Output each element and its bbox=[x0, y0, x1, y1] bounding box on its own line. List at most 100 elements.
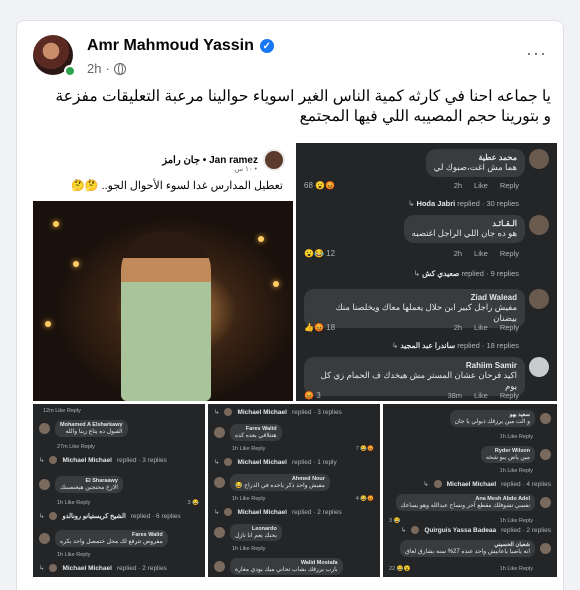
comment-actions: 2h Like Reply bbox=[454, 323, 519, 332]
like-link[interactable]: Like bbox=[474, 391, 488, 400]
reaction-count[interactable]: 18 😡👍 bbox=[304, 323, 335, 332]
reply-link[interactable]: Reply bbox=[500, 249, 519, 258]
like-link[interactable]: Like bbox=[474, 323, 488, 332]
reaction-count[interactable]: 😡😮 68 bbox=[304, 181, 335, 190]
reaction-count[interactable]: 3 😂 bbox=[389, 518, 400, 524]
comment-actions: 1h Like Reply bbox=[499, 434, 533, 440]
replies-link[interactable]: ↳ Quirguis Yassa Badeaa replied · 2 replie… bbox=[389, 526, 551, 534]
comment: Walid Mostafa بارب يرزقك بشاب تحاني ميك ي… bbox=[214, 558, 374, 575]
commenter-avatar bbox=[214, 527, 225, 538]
comment-actions: 1h Like Reply bbox=[499, 566, 533, 572]
comment-bubble: Fares Walid هتتلاقي بعده كده bbox=[230, 424, 282, 441]
comment-bubble: سعيد بهو و الت مين يرزقك ذيولي يا جان bbox=[449, 410, 535, 427]
reaction-count[interactable]: 7 😂😡 bbox=[356, 446, 374, 452]
commenter-avatar bbox=[540, 413, 551, 424]
reaction-count[interactable]: 12 😂😮 bbox=[304, 249, 335, 258]
replies-link[interactable]: ↳ Michael Michael replied · 3 replies bbox=[39, 456, 199, 464]
comment-actions: 1h Like Reply bbox=[499, 468, 533, 474]
comment-actions: 1h Like Reply bbox=[57, 500, 91, 506]
commenter-avatar bbox=[214, 561, 225, 572]
commenter-avatar bbox=[529, 289, 549, 309]
reaction-count[interactable]: 22 😂😮 bbox=[389, 566, 410, 572]
commenter-avatar bbox=[39, 533, 50, 544]
tweet-photo bbox=[33, 201, 293, 401]
comment: Fares Walid هتتلاقي بعده كده bbox=[214, 424, 374, 441]
online-status-dot bbox=[64, 65, 76, 77]
comment-actions: 1h Like Reply bbox=[232, 446, 266, 452]
commenter-name: محمد عطية bbox=[478, 153, 517, 162]
post-author[interactable]: Amr Mahmoud Yassin ✓ bbox=[87, 37, 274, 55]
replies-link[interactable]: ↳ الشيخ كريستيانو رونالدو replied · 6 repl… bbox=[39, 512, 199, 520]
commenter-name: Rahiim Samir bbox=[465, 361, 517, 370]
replies-link[interactable]: ↳ Michael Michael replied · 2 replies bbox=[39, 564, 199, 572]
like-link[interactable]: Like bbox=[474, 249, 488, 258]
replies-link[interactable]: ↳ Michael Michael replied · 2 replies bbox=[214, 508, 374, 516]
reply-link[interactable]: Reply bbox=[500, 323, 519, 332]
comment-text: اكيد فرحان عشان المستر مش هيخدك ف الحمام… bbox=[320, 370, 517, 391]
comment-bubble: محمد عطية هما مش اغت،صبوك لي bbox=[425, 149, 525, 177]
comment-text: مفيش راجل كبير ابن حلال يعملها معاك ويخل… bbox=[335, 302, 517, 323]
comments-screenshot-small[interactable]: 12m Like Reply Mohamed A Elsharkawy القبو… bbox=[33, 404, 205, 577]
comment-bubble: Fares Walid مفروض تترفع لك محل ختمصل واحد… bbox=[55, 530, 168, 547]
comment-bubble: Leonardo بحنك يعم انا نازل bbox=[230, 524, 282, 541]
comment: El Sharaawy الارخ محتجين هيغتصبنك bbox=[39, 476, 199, 493]
comments-screenshot[interactable]: محمد عطية هما مش اغت،صبوك لي 2h Like Rep… bbox=[296, 143, 557, 401]
tweet-author: Jan ramez • جان رامز bbox=[162, 154, 258, 166]
commenter-avatar bbox=[39, 423, 50, 434]
reaction-count[interactable]: 3 😂 bbox=[188, 500, 199, 506]
commenter-name: Ziad Walead bbox=[470, 293, 517, 302]
post-time[interactable]: 2h bbox=[87, 61, 101, 76]
post-card: Amr Mahmoud Yassin ✓ 2h · ··· يا جماعه ا… bbox=[16, 20, 564, 590]
commenter-avatar bbox=[529, 215, 549, 235]
comment: Fares Walid مفروض تترفع لك محل ختمصل واحد… bbox=[39, 530, 199, 547]
comment: Ana Mesh Abdo Adel نفسي تشوفلك مقطع آخر و… bbox=[389, 494, 551, 511]
replies-link[interactable]: ↳ Michael Michael replied · 4 replies bbox=[389, 480, 551, 488]
comment-bubble: Ahmed Nour مفيش واحد ذكر ياخده في الدراج … bbox=[230, 474, 330, 491]
comment-bubble: Walid Mostafa بارب يرزقك بشاب تحاني ميك ي… bbox=[230, 558, 343, 575]
replies-link[interactable]: ↳ صعيدي كش replied · 9 replies bbox=[414, 269, 519, 278]
like-link[interactable]: Like bbox=[474, 181, 488, 190]
comment-actions: 1h Like Reply bbox=[232, 546, 266, 552]
comment: محمد عطية هما مش اغت،صبوك لي 2h Like Rep… bbox=[304, 149, 549, 208]
reaction-count[interactable]: 4 😂😡 bbox=[356, 496, 374, 502]
comment-time: 2h bbox=[453, 181, 463, 190]
comment-bubble: El Sharaawy الارخ محتجين هيغتصبنك bbox=[55, 476, 123, 493]
comment: Ryder Wilson مين ياض يبو شخه bbox=[389, 446, 551, 463]
commenter-avatar bbox=[529, 149, 549, 169]
post-text-line: يا جماعه احنا في كارثه كمية الناس الغير … bbox=[55, 88, 551, 105]
reaction-count[interactable]: 3 😡 bbox=[304, 391, 321, 400]
commenter-avatar bbox=[540, 543, 551, 554]
author-name[interactable]: Amr Mahmoud Yassin bbox=[87, 37, 254, 55]
comment: الـقـائـد هو ده جان اللي الراجل اغتصبه 2… bbox=[304, 215, 549, 285]
reply-link[interactable]: Reply bbox=[500, 391, 519, 400]
comment-actions: 38m Like Reply bbox=[447, 391, 519, 400]
comment: Rahiim Samir اكيد فرحان عشان المستر مش ه… bbox=[304, 357, 549, 401]
reply-link[interactable]: Reply bbox=[500, 181, 519, 190]
replies-link[interactable]: ↳ Hoda Jabri replied · 30 replies bbox=[408, 199, 519, 208]
more-options-icon[interactable]: ··· bbox=[526, 43, 547, 64]
comment-actions: 2h Like Reply bbox=[454, 181, 519, 190]
replies-link[interactable]: ↳ Michael Michael replied · 3 replies bbox=[214, 408, 374, 416]
comment-actions: 27m Like Reply bbox=[57, 444, 95, 450]
child-figure bbox=[121, 231, 211, 401]
comment: Leonardo بحنك يعم انا نازل bbox=[214, 524, 374, 541]
commenter-avatar bbox=[214, 477, 225, 488]
comment-bubble: Mohamed A Elsharkawy القبول ده يتاع ربنا … bbox=[55, 420, 128, 437]
comment-actions: 1h Like Reply bbox=[57, 552, 91, 558]
commenter-name: الـقـائـد bbox=[492, 219, 517, 228]
replies-link[interactable]: ↳ Michael Michael replied · 1 reply bbox=[214, 458, 374, 466]
replies-link[interactable]: ↳ ساندرا عبد المجيد replied · 18 replies bbox=[392, 341, 519, 350]
comment-actions: 2h Like Reply bbox=[454, 249, 519, 258]
comments-screenshot-small[interactable]: ↳ Michael Michael replied · 3 replies Fare… bbox=[208, 404, 380, 577]
post-meta: 2h · bbox=[87, 61, 126, 76]
comment-bubble: شعبان الحسيني انه ياصيا ياعانيش واحد عنده… bbox=[400, 540, 535, 557]
globe-icon bbox=[113, 62, 126, 75]
comments-screenshot-small[interactable]: سعيد بهو و الت مين يرزقك ذيولي يا جان 1h … bbox=[383, 404, 557, 577]
tweet-screenshot[interactable]: Jan ramez • جان رامز ١٠ س • تعطيل المدار… bbox=[33, 143, 293, 401]
comment-text: هو ده جان اللي الراجل اغتصبه bbox=[411, 228, 517, 238]
commenter-avatar bbox=[39, 479, 50, 490]
comment-actions: 1h Like Reply bbox=[232, 496, 266, 502]
comment-bubble: الـقـائـد هو ده جان اللي الراجل اغتصبه bbox=[403, 215, 525, 243]
tweet-text: تعطيل المدارس غدا لسوء الأحوال الجو.. 🤔🤔 bbox=[71, 180, 283, 192]
commenter-avatar bbox=[540, 497, 551, 508]
